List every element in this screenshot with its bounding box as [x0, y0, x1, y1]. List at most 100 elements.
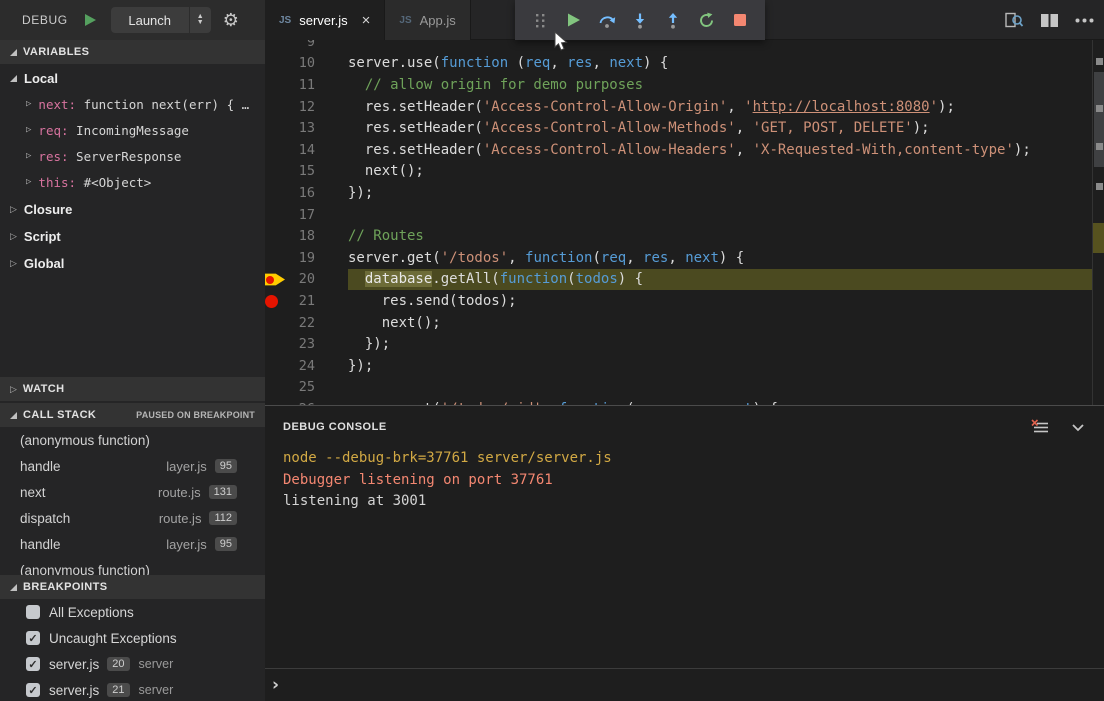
debug-toolbar — [515, 0, 765, 40]
scope-closure[interactable]: ▷Closure — [0, 196, 265, 222]
stack-frame-row[interactable]: dispatchroute.js112 — [0, 505, 265, 531]
restart-button[interactable] — [695, 8, 719, 32]
stack-frame-row[interactable]: nextroute.js131 — [0, 479, 265, 505]
continue-button[interactable] — [561, 8, 585, 32]
code-text[interactable]: // Routes — [348, 225, 1104, 247]
breakpoint-gutter[interactable] — [265, 117, 289, 139]
code-text[interactable] — [348, 40, 1104, 53]
close-icon[interactable]: × — [362, 12, 371, 29]
code-text[interactable]: server.get('/todos', function(req, res, … — [348, 247, 1104, 269]
line-number: 24 — [289, 358, 315, 374]
code-text[interactable]: }); — [348, 355, 1104, 377]
breakpoint-gutter[interactable] — [265, 312, 289, 334]
code-text[interactable]: res.send(todos); — [348, 290, 1104, 312]
stack-frame-row[interactable]: (anonymous function) — [0, 427, 265, 453]
checkbox[interactable]: ✓ — [26, 683, 40, 697]
variable-row[interactable]: ▷this: #<Object> — [0, 169, 265, 195]
overview-ruler[interactable] — [1092, 40, 1104, 405]
breakpoint-row[interactable]: ✓Uncaught Exceptions — [0, 625, 265, 651]
code-text[interactable]: res.setHeader('Access-Control-Allow-Head… — [348, 139, 1104, 161]
breakpoint-gutter[interactable] — [265, 74, 289, 96]
breakpoint-gutter[interactable] — [265, 53, 289, 75]
code-text[interactable]: server.use(function (req, res, next) { — [348, 53, 1104, 75]
scope-global[interactable]: ▷Global — [0, 250, 265, 276]
checkbox[interactable] — [26, 605, 40, 619]
breakpoint-row[interactable]: ✓server.js21server — [0, 677, 265, 701]
variable-row[interactable]: ▷next: function next(err) { … — [0, 91, 265, 117]
dropdown-arrows-icon: ▲▼ — [189, 7, 211, 33]
code-text[interactable]: res.setHeader('Access-Control-Allow-Orig… — [348, 96, 1104, 118]
variable-row[interactable]: ▷res: ServerResponse — [0, 143, 265, 169]
current-statement-arrow-icon — [265, 273, 285, 287]
code-text[interactable]: next(); — [348, 312, 1104, 334]
more-actions-icon[interactable] — [1075, 18, 1094, 23]
breakpoint-gutter[interactable] — [265, 290, 289, 312]
breakpoint-row[interactable]: ✓server.js20server — [0, 651, 265, 677]
tab-App.js[interactable]: JSApp.js — [385, 0, 470, 40]
scope-script[interactable]: ▷Script — [0, 223, 265, 249]
code-text[interactable]: next(); — [348, 161, 1104, 183]
step-out-button[interactable] — [661, 8, 685, 32]
breakpoints-list: All Exceptions✓Uncaught Exceptions✓serve… — [0, 599, 265, 701]
code-text[interactable] — [348, 204, 1104, 226]
breakpoint-gutter[interactable] — [265, 161, 289, 183]
split-editor-icon[interactable] — [1040, 13, 1059, 28]
breakpoint-gutter[interactable] — [265, 269, 289, 291]
launch-config-dropdown[interactable]: Launch ▲▼ — [111, 7, 211, 33]
frame-file: layer.js — [166, 459, 206, 474]
watch-section-header[interactable]: ▷ WATCH — [0, 377, 265, 401]
drag-handle[interactable] — [528, 8, 552, 32]
breakpoint-gutter[interactable] — [265, 225, 289, 247]
console-line: node --debug-brk=37761 server/server.js — [283, 448, 1104, 470]
breakpoint-gutter[interactable] — [265, 204, 289, 226]
code-text[interactable]: }); — [348, 182, 1104, 204]
call-stack-section-header[interactable]: CALL STACK PAUSED ON BREAKPOINT — [0, 403, 265, 427]
breakpoint-gutter[interactable] — [265, 247, 289, 269]
breakpoint-gutter[interactable] — [265, 40, 289, 53]
frame-name: handle — [20, 537, 166, 552]
code-text[interactable]: server.get('/todos/:id', function(req, r… — [348, 398, 1104, 405]
code-area: 910server.use(function (req, res, next) … — [265, 40, 1104, 405]
console-input-row[interactable]: › — [265, 668, 1104, 701]
stack-frame-row[interactable]: handlelayer.js95 — [0, 453, 265, 479]
breakpoint-gutter[interactable] — [265, 355, 289, 377]
breakpoint-gutter[interactable] — [265, 182, 289, 204]
code-text[interactable]: res.setHeader('Access-Control-Allow-Meth… — [348, 117, 1104, 139]
stop-button[interactable] — [728, 8, 752, 32]
step-over-button[interactable] — [595, 8, 619, 32]
code-text[interactable]: }); — [348, 333, 1104, 355]
variables-section-header[interactable]: VARIABLES — [0, 40, 265, 64]
breakpoint-row[interactable]: All Exceptions — [0, 599, 265, 625]
frame-name: dispatch — [20, 511, 159, 526]
find-icon[interactable] — [1005, 12, 1024, 29]
breakpoint-icon[interactable] — [265, 295, 278, 308]
code-text[interactable] — [348, 377, 1104, 399]
checkbox[interactable]: ✓ — [26, 631, 40, 645]
code-editor[interactable]: 910server.use(function (req, res, next) … — [265, 40, 1104, 405]
scrollbar-thumb[interactable] — [1094, 72, 1104, 167]
chevron-down-icon[interactable] — [1070, 419, 1086, 435]
tab-server.js[interactable]: JSserver.js× — [265, 0, 385, 40]
stack-frame-row[interactable]: handlelayer.js95 — [0, 531, 265, 557]
variable-name: next: — [38, 97, 76, 112]
scope-local[interactable]: Local — [0, 65, 265, 91]
checkbox[interactable]: ✓ — [26, 657, 40, 671]
clear-console-icon[interactable] — [1031, 419, 1050, 436]
gear-icon[interactable]: ⚙ — [223, 10, 239, 31]
start-debug-icon[interactable] — [84, 13, 97, 27]
variable-row[interactable]: ▷req: IncomingMessage — [0, 117, 265, 143]
code-text[interactable]: // allow origin for demo purposes — [348, 74, 1104, 96]
step-into-button[interactable] — [628, 8, 652, 32]
breakpoint-gutter[interactable] — [265, 333, 289, 355]
breakpoint-gutter[interactable] — [265, 398, 289, 405]
ruler-marker — [1096, 105, 1103, 112]
console-output[interactable]: node --debug-brk=37761 server/server.jsD… — [265, 448, 1104, 513]
breakpoint-gutter[interactable] — [265, 377, 289, 399]
breakpoints-section-header[interactable]: BREAKPOINTS — [0, 575, 265, 599]
debug-console-header: DEBUG CONSOLE — [265, 406, 1104, 448]
chevron-expanded-icon — [10, 584, 17, 591]
variable-value: IncomingMessage — [69, 123, 189, 138]
breakpoint-gutter[interactable] — [265, 139, 289, 161]
code-text[interactable]: database.getAll(function(todos) { — [348, 269, 1104, 291]
breakpoint-gutter[interactable] — [265, 96, 289, 118]
